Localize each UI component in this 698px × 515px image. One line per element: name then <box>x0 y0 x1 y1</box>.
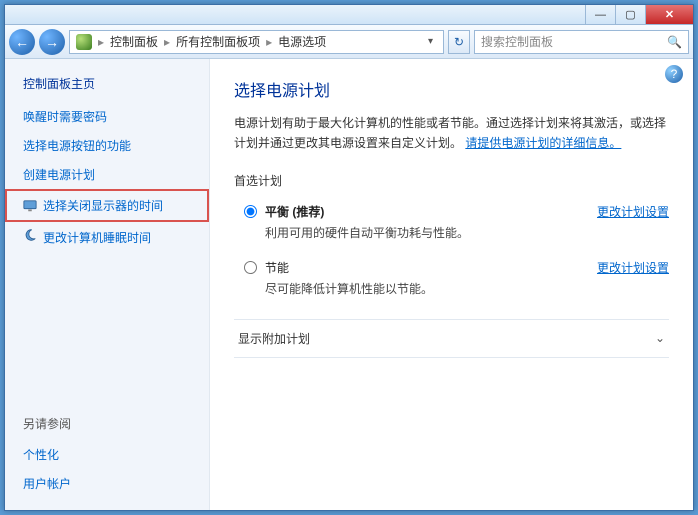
plan-balanced-radio[interactable] <box>244 205 257 218</box>
desc-link[interactable]: 请提供电源计划的详细信息。 <box>465 136 621 150</box>
monitor-icon <box>23 199 37 213</box>
sidebar-link-create-plan[interactable]: 创建电源计划 <box>5 160 209 189</box>
section-preferred: 首选计划 <box>234 172 669 189</box>
main-content: ? 选择电源计划 电源计划有助于最大化计算机的性能或者节能。通过选择计划来将其激… <box>210 59 693 510</box>
search-placeholder: 搜索控制面板 <box>481 33 553 50</box>
sidebar: 控制面板主页 唤醒时需要密码 选择电源按钮的功能 创建电源计划 选择关闭显示器的… <box>5 59 210 510</box>
sidebar-item-label: 选择关闭显示器的时间 <box>43 197 163 214</box>
plan-saver-radio[interactable] <box>244 261 257 274</box>
forward-button[interactable]: → <box>39 29 65 55</box>
plan-name: 平衡 (推荐) <box>265 203 597 220</box>
control-panel-icon <box>76 34 92 50</box>
chevron-right-icon: ▸ <box>266 35 272 49</box>
sidebar-link-personalize[interactable]: 个性化 <box>5 440 209 469</box>
chevron-right-icon: ▸ <box>164 35 170 49</box>
page-description: 电源计划有助于最大化计算机的性能或者节能。通过选择计划来将其激活，或选择计划并通… <box>234 113 669 154</box>
back-button[interactable]: ← <box>9 29 35 55</box>
sidebar-link-display-off[interactable]: 选择关闭显示器的时间 <box>5 189 209 222</box>
moon-icon <box>23 228 37 242</box>
sidebar-link-wake-password[interactable]: 唤醒时需要密码 <box>5 102 209 131</box>
chevron-down-icon: ⌄ <box>655 331 665 345</box>
sidebar-link-power-button[interactable]: 选择电源按钮的功能 <box>5 131 209 160</box>
sidebar-item-label: 更改计算机睡眠时间 <box>43 231 151 245</box>
minimize-button[interactable]: — <box>585 5 615 24</box>
search-input[interactable]: 搜索控制面板 🔍 <box>474 30 689 54</box>
see-also-header: 另请参阅 <box>5 411 209 440</box>
plan-balanced: 平衡 (推荐) 利用可用的硬件自动平衡功耗与性能。 更改计划设置 <box>234 199 669 255</box>
breadcrumb[interactable]: 所有控制面板项 <box>176 33 260 50</box>
sidebar-link-user-accounts[interactable]: 用户帐户 <box>5 469 209 498</box>
window: — ▢ ✕ ← → ▸ 控制面板 ▸ 所有控制面板项 ▸ 电源选项 ▾ ↻ 搜索… <box>4 4 694 511</box>
address-bar[interactable]: ▸ 控制面板 ▸ 所有控制面板项 ▸ 电源选项 ▾ <box>69 30 444 54</box>
sidebar-home[interactable]: 控制面板主页 <box>5 71 209 102</box>
plan-name: 节能 <box>265 259 597 276</box>
expand-label: 显示附加计划 <box>238 330 310 347</box>
show-additional-plans[interactable]: 显示附加计划 ⌄ <box>234 319 669 358</box>
breadcrumb[interactable]: 控制面板 <box>110 33 158 50</box>
refresh-button[interactable]: ↻ <box>448 30 470 54</box>
change-plan-link[interactable]: 更改计划设置 <box>597 259 669 276</box>
maximize-button[interactable]: ▢ <box>615 5 645 24</box>
close-button[interactable]: ✕ <box>645 5 693 24</box>
help-icon[interactable]: ? <box>665 65 683 83</box>
titlebar: — ▢ ✕ <box>5 5 693 25</box>
chevron-down-icon[interactable]: ▾ <box>424 36 437 47</box>
chevron-right-icon: ▸ <box>98 35 104 49</box>
sidebar-link-sleep-time[interactable]: 更改计算机睡眠时间 <box>5 222 209 252</box>
page-title: 选择电源计划 <box>234 77 669 101</box>
plan-saver: 节能 尽可能降低计算机性能以节能。 更改计划设置 <box>234 255 669 311</box>
plan-desc: 利用可用的硬件自动平衡功耗与性能。 <box>265 224 597 241</box>
navbar: ← → ▸ 控制面板 ▸ 所有控制面板项 ▸ 电源选项 ▾ ↻ 搜索控制面板 🔍 <box>5 25 693 59</box>
change-plan-link[interactable]: 更改计划设置 <box>597 203 669 220</box>
search-icon[interactable]: 🔍 <box>667 35 682 49</box>
plan-desc: 尽可能降低计算机性能以节能。 <box>265 280 597 297</box>
breadcrumb[interactable]: 电源选项 <box>278 33 326 50</box>
body: 控制面板主页 唤醒时需要密码 选择电源按钮的功能 创建电源计划 选择关闭显示器的… <box>5 59 693 510</box>
